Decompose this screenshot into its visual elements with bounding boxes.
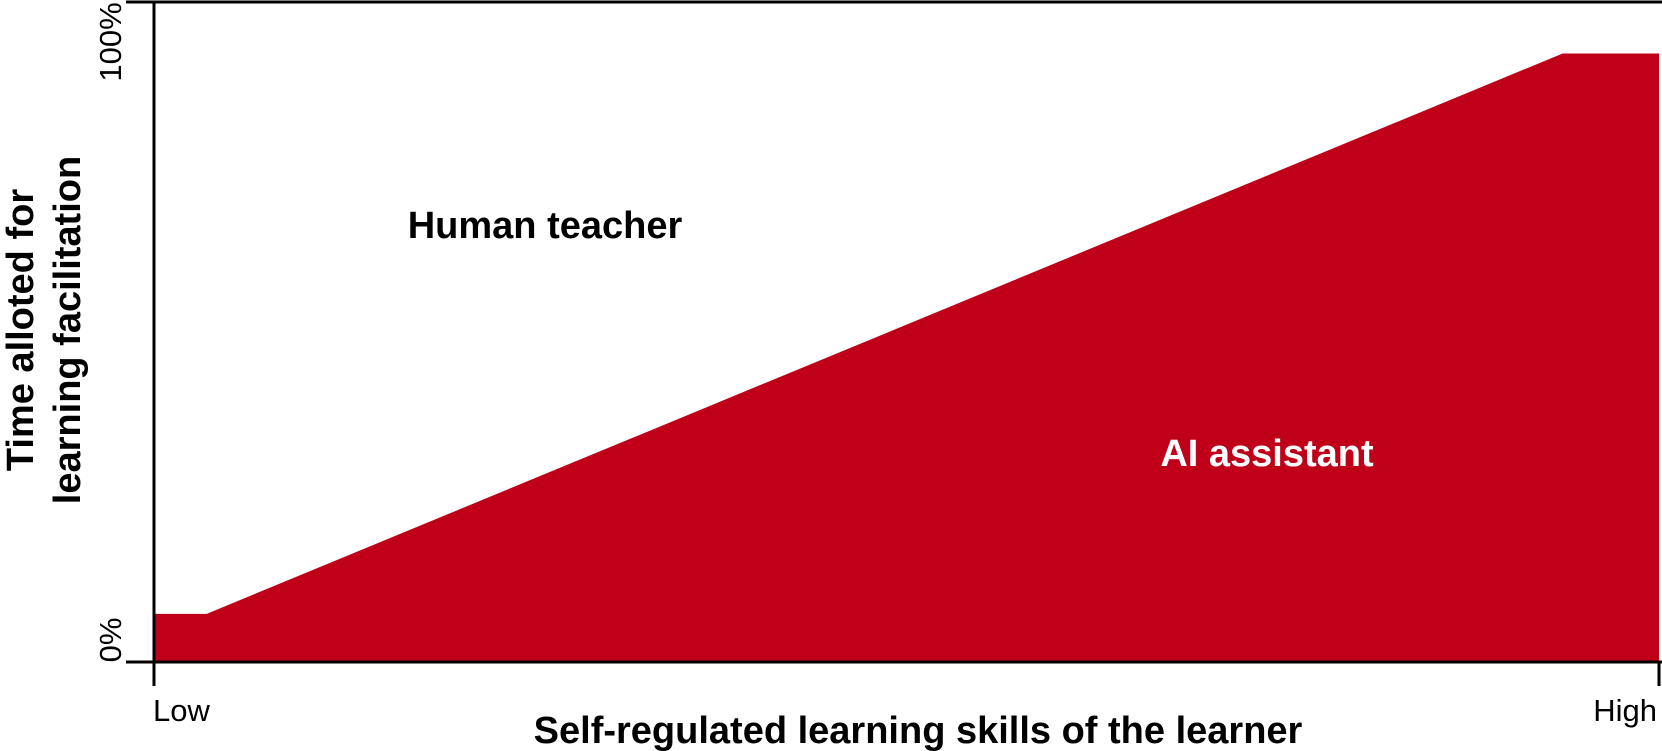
y-axis-title-line-2: learning facilitation (47, 156, 89, 504)
x-tick-label-high: High (1593, 693, 1657, 728)
y-axis-title-line-1: Time alloted for (0, 189, 42, 471)
human-teacher-label: Human teacher (408, 205, 683, 247)
y-tick-label-100: 100% (93, 2, 128, 81)
x-tick-label-low: Low (153, 693, 210, 728)
ai-assistant-label: AI assistant (1160, 433, 1374, 475)
chart: 0% 100% Low High Self-regulated learning… (0, 0, 1662, 751)
y-tick-label-0: 0% (93, 618, 128, 663)
x-axis-title: Self-regulated learning skills of the le… (534, 710, 1303, 751)
ai-assistant-area (154, 53, 1659, 663)
